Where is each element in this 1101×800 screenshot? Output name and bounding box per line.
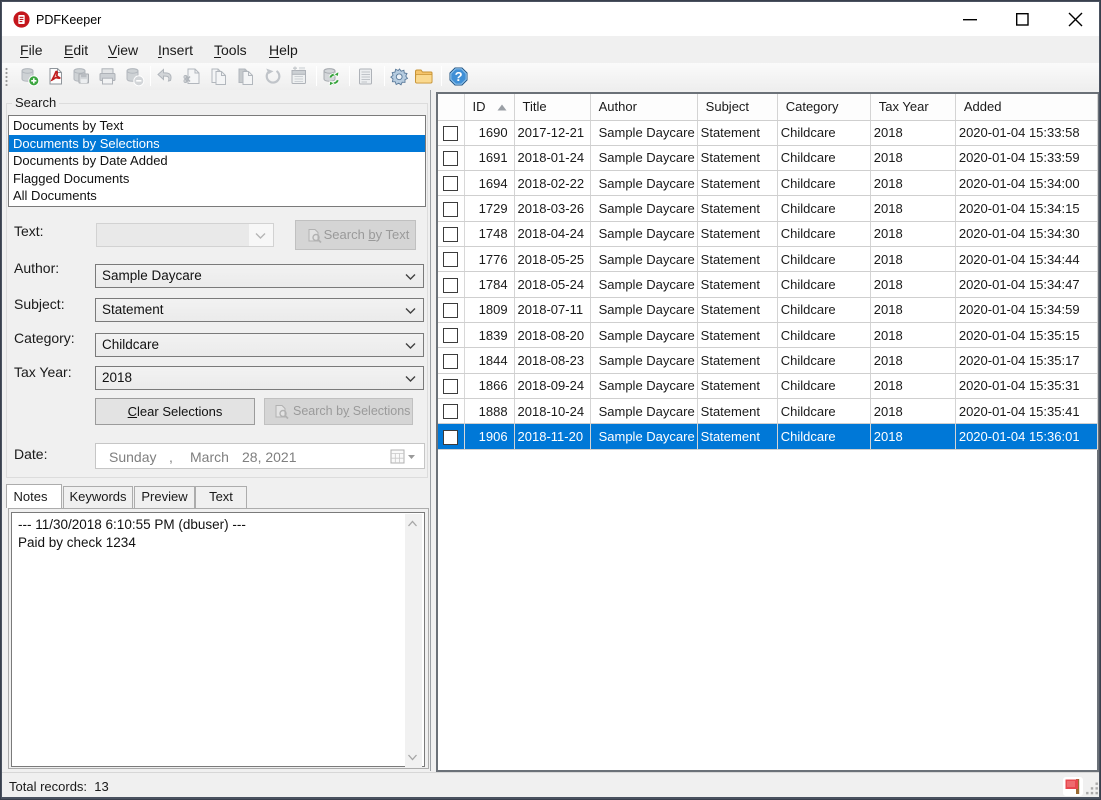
svg-text:?: ? (454, 69, 462, 84)
